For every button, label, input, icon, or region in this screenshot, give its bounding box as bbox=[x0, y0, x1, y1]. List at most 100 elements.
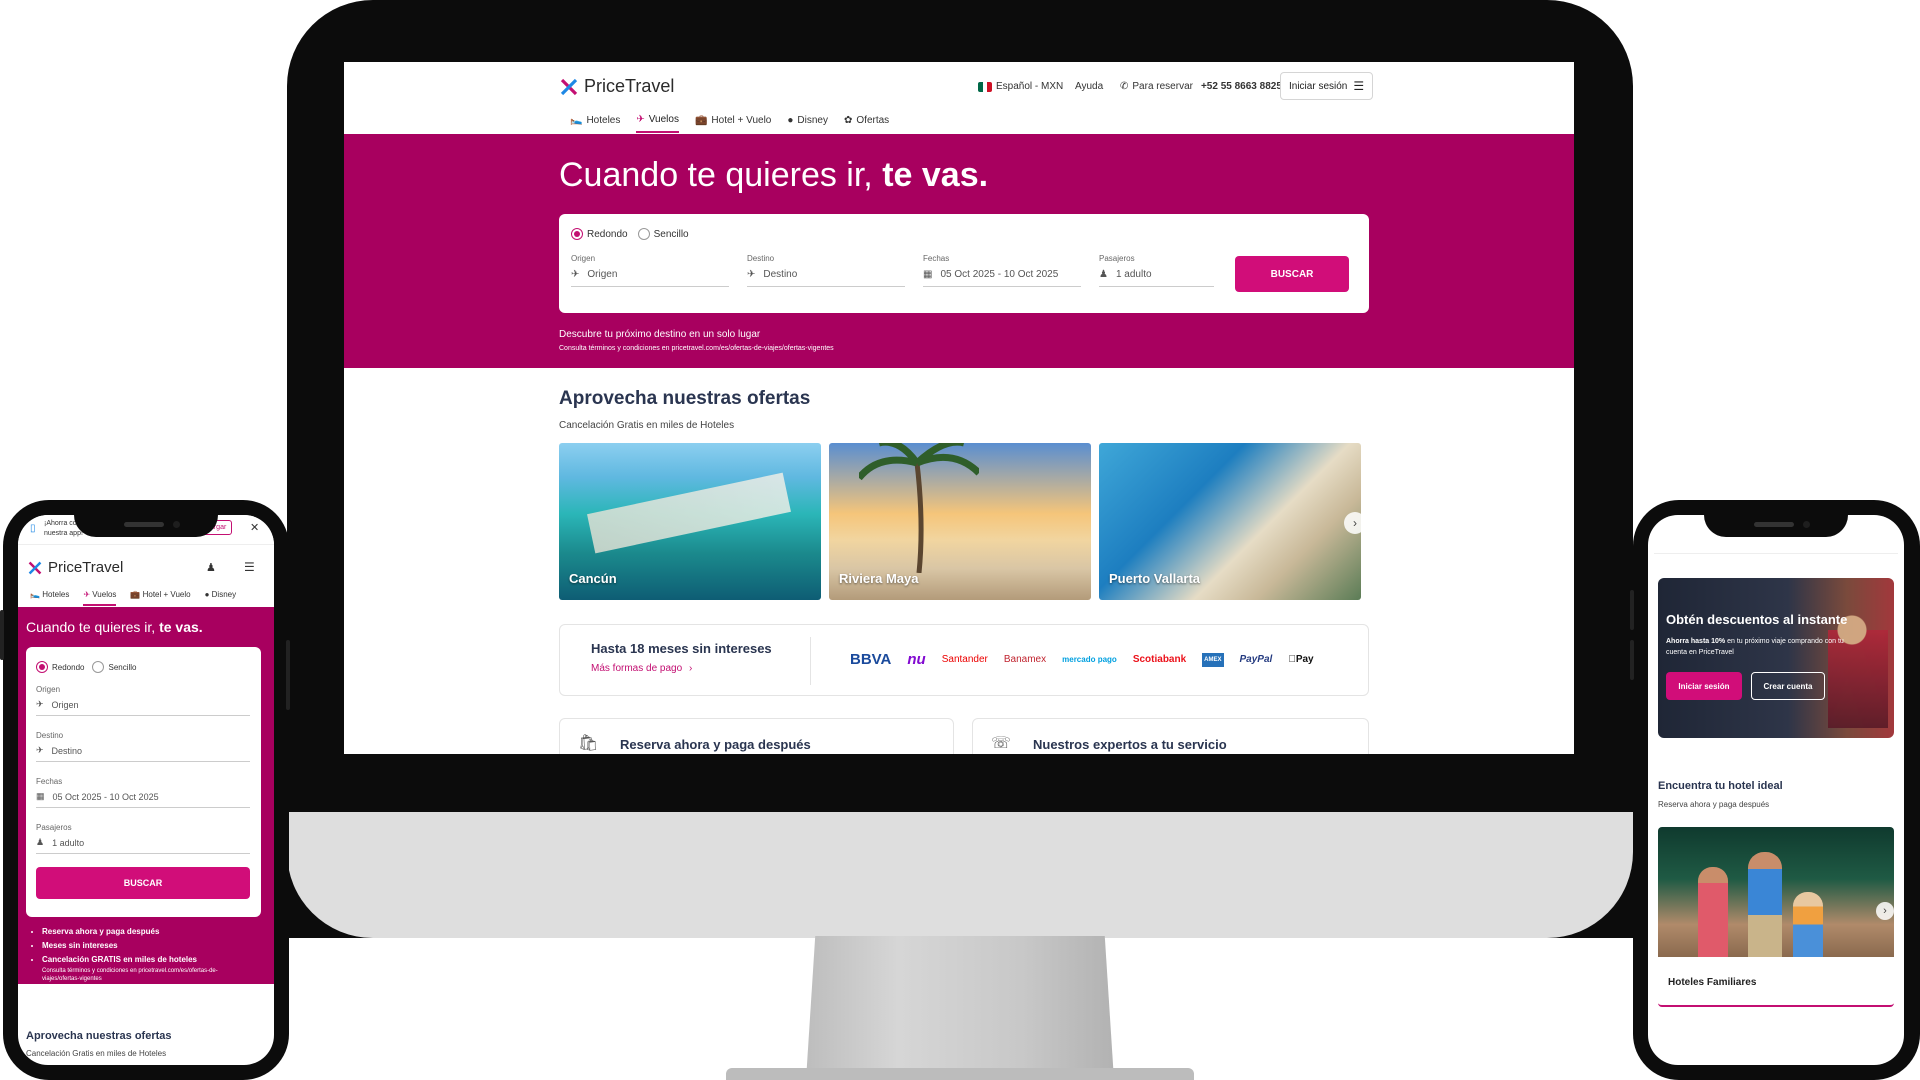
mobile-search-box: Redondo Sencillo Origen ✈ Origen Destino … bbox=[26, 647, 261, 917]
mercadopago-logo: mercado pago bbox=[1062, 655, 1117, 664]
mexico-flag-icon bbox=[978, 81, 992, 92]
benefit-item: Meses sin intereses bbox=[42, 939, 197, 953]
radio-sencillo[interactable]: Sencillo bbox=[637, 228, 689, 240]
radio-checked-icon bbox=[36, 661, 48, 673]
card-label: Puerto Vallarta bbox=[1109, 571, 1201, 586]
offer-card-puerto-vallarta[interactable]: Puerto Vallarta bbox=[1099, 443, 1361, 600]
hero-title-bold: te vas. bbox=[882, 156, 989, 194]
passengers-field[interactable]: Pasajeros ♟ 1 adulto bbox=[36, 823, 250, 854]
help-link[interactable]: Ayuda bbox=[1075, 81, 1103, 92]
passengers-field[interactable]: Pasajeros ♟ 1 adulto bbox=[1099, 254, 1214, 287]
menu-icon[interactable]: ☰ bbox=[244, 560, 255, 574]
nav-label: Hotel + Vuelo bbox=[142, 590, 191, 599]
offer-card-riviera-maya[interactable]: Riviera Maya bbox=[829, 443, 1091, 600]
promo-login-button[interactable]: Iniciar sesión bbox=[1666, 672, 1742, 700]
apple-pay-logo: Pay bbox=[1288, 654, 1313, 665]
hotel-strip-decor bbox=[587, 472, 791, 554]
desktop-logo[interactable]: PriceTravel bbox=[560, 76, 674, 97]
hero-terms[interactable]: Consulta términos y condiciones en price… bbox=[559, 345, 834, 352]
takeoff-icon: ✈ bbox=[36, 699, 44, 709]
dates-field[interactable]: Fechas ▦ 05 Oct 2025 - 10 Oct 2025 bbox=[36, 777, 250, 808]
radio-redondo[interactable]: Redondo bbox=[36, 661, 84, 673]
radio-unchecked-icon bbox=[637, 228, 650, 240]
login-button[interactable]: Iniciar sesión ☰ bbox=[1280, 72, 1374, 100]
dates-field[interactable]: Fechas ▦ 05 Oct 2025 - 10 Oct 2025 bbox=[923, 254, 1081, 287]
mobile-logo[interactable]: PriceTravel bbox=[28, 559, 123, 576]
passengers-label: Pasajeros bbox=[36, 823, 72, 832]
phone-side-button bbox=[1630, 640, 1634, 680]
flight-search-box: Redondo Sencillo Origen ✈ Origen Destino … bbox=[559, 214, 1369, 313]
radio-redondo[interactable]: Redondo bbox=[571, 228, 628, 240]
calendar-icon: ▦ bbox=[36, 791, 45, 801]
calendar-icon: ▦ bbox=[923, 269, 933, 280]
palm-tree-decor bbox=[859, 443, 979, 573]
card-label: Riviera Maya bbox=[839, 571, 919, 586]
paypal-logo: PayPal bbox=[1239, 654, 1273, 665]
hotels-section-title: Encuentra tu hotel ideal bbox=[1658, 780, 1783, 792]
close-icon[interactable]: ✕ bbox=[250, 521, 259, 534]
dates-label: Fechas bbox=[923, 254, 950, 263]
nav-disney[interactable]: ● Disney bbox=[787, 114, 828, 133]
bed-icon: 🛌 bbox=[570, 115, 583, 126]
nav-disney[interactable]: ● Disney bbox=[205, 590, 237, 606]
carousel-next-icon[interactable]: › bbox=[1876, 902, 1894, 920]
takeoff-icon: ✈ bbox=[571, 269, 580, 280]
promo-text: Ahorra hasta 10% en tu próximo viaje com… bbox=[1666, 636, 1846, 658]
phone-speaker bbox=[1754, 522, 1794, 527]
nav-hotel-vuelo[interactable]: 💼 Hotel + Vuelo bbox=[695, 114, 771, 133]
hotel-card-family[interactable]: › Hoteles Familiares bbox=[1658, 827, 1894, 1007]
nav-vuelos[interactable]: ✈ Vuelos bbox=[83, 590, 117, 606]
language-label: Español - MXN bbox=[996, 81, 1064, 92]
nav-ofertas[interactable]: ✿ Ofertas bbox=[844, 114, 889, 133]
luggage-icon: 💼 bbox=[694, 115, 708, 126]
phone-side-button bbox=[0, 610, 4, 660]
headset-icon: ☏ bbox=[991, 735, 1012, 752]
people-icon: ♟ bbox=[36, 837, 45, 847]
pricetravel-logo-icon bbox=[560, 78, 578, 95]
promo-create-account-button[interactable]: Crear cuenta bbox=[1751, 672, 1825, 700]
nav-label: Vuelos bbox=[648, 114, 679, 125]
mobile-terms[interactable]: Consulta términos y condiciones en price… bbox=[42, 967, 242, 983]
payment-logos: BBVA nu Santander Banamex mercado pago S… bbox=[850, 651, 1314, 668]
destination-field[interactable]: Destino ✈ Destino bbox=[747, 254, 905, 287]
feature-title: Nuestros expertos a tu servicio bbox=[1033, 737, 1227, 752]
payments-link[interactable]: Más formas de pago › bbox=[591, 663, 692, 674]
search-button[interactable]: BUSCAR bbox=[36, 867, 250, 899]
language-selector[interactable]: Español - MXN bbox=[978, 81, 1063, 92]
hero-banner: Cuando te quieres ir, te vas. Redondo Se… bbox=[344, 134, 1574, 368]
brand-name: PriceTravel bbox=[48, 559, 124, 576]
search-button[interactable]: BUSCAR bbox=[1235, 256, 1349, 292]
santander-logo: Santander bbox=[941, 654, 988, 665]
reserve-phone: +52 55 8663 8825 bbox=[1200, 81, 1282, 92]
offer-card-cancun[interactable]: Cancún bbox=[559, 443, 821, 600]
main-nav: 🛌 Hoteles ✈ Vuelos 💼 Hotel + Vuelo ● Disney … bbox=[570, 114, 889, 133]
origin-field[interactable]: Origen ✈ Origen bbox=[571, 254, 729, 287]
radio-sencillo[interactable]: Sencillo bbox=[92, 661, 137, 673]
dates-value: 05 Oct 2025 - 10 Oct 2025 bbox=[940, 269, 1059, 280]
destination-label: Destino bbox=[747, 254, 775, 263]
origin-field[interactable]: Origen ✈ Origen bbox=[36, 685, 250, 716]
radio-label: Redondo bbox=[587, 228, 628, 240]
carousel-next-icon[interactable]: › bbox=[1344, 512, 1366, 534]
nav-vuelos[interactable]: ✈ Vuelos bbox=[636, 114, 679, 133]
amex-logo: AMEX bbox=[1202, 652, 1224, 667]
feature-card-experts: ☏ Nuestros expertos a tu servicio bbox=[972, 718, 1369, 754]
user-icon[interactable]: ♟ bbox=[206, 561, 216, 574]
nav-label: Disney bbox=[211, 590, 237, 599]
nav-hoteles[interactable]: 🛌 Hoteles bbox=[570, 114, 620, 133]
nav-hotel-vuelo[interactable]: 💼 Hotel + Vuelo bbox=[130, 590, 190, 606]
dates-label: Fechas bbox=[36, 777, 63, 786]
nav-label: Disney bbox=[797, 115, 828, 126]
nav-label: Hotel + Vuelo bbox=[711, 115, 772, 126]
offers-title: Aprovecha nuestras ofertas bbox=[559, 388, 811, 409]
destination-label: Destino bbox=[36, 731, 64, 740]
nav-hoteles[interactable]: 🛌 Hoteles bbox=[30, 590, 69, 606]
feature-card-pay-later: 🛍 Reserva ahora y paga después bbox=[559, 718, 954, 754]
nav-label: Vuelos bbox=[92, 590, 117, 599]
traveler-photo bbox=[1828, 588, 1888, 728]
shopping-bag-icon: 🛍 bbox=[578, 735, 599, 752]
family-photo bbox=[1658, 827, 1894, 957]
hero-tagline: Descubre tu próximo destino en un solo l… bbox=[559, 329, 761, 340]
destination-field[interactable]: Destino ✈ Destino bbox=[36, 731, 250, 762]
phone-reserve[interactable]: ✆ Para reservar +52 55 8663 8825 bbox=[1120, 81, 1282, 92]
